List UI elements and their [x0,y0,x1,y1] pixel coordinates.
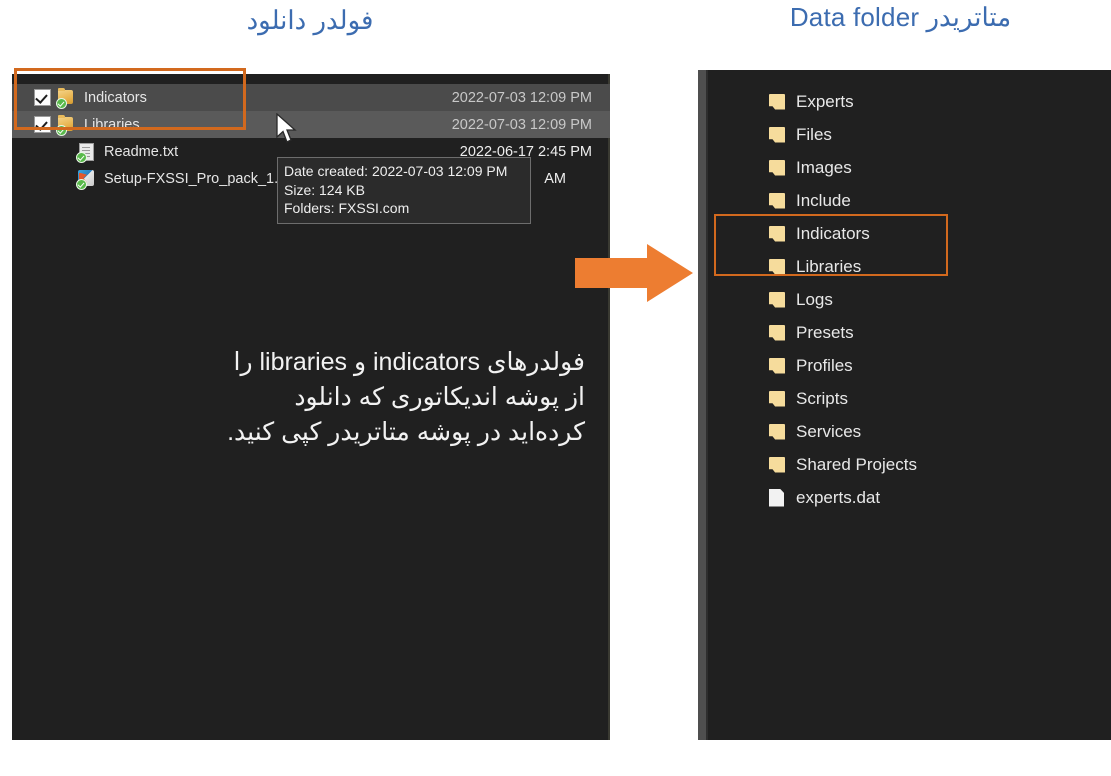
folder-name: Include [796,190,851,210]
folder-name: Images [796,157,852,177]
sync-badge-icon [76,151,87,163]
list-item[interactable]: Images [698,151,1111,184]
download-folder-heading: فولدر دانلود [246,5,374,35]
list-item[interactable]: Logs [698,283,1111,316]
folder-icon [766,323,788,343]
folder-icon [766,158,788,178]
list-item[interactable]: Experts [698,85,1111,118]
folder-name: Profiles [796,355,853,375]
instruction-line-3: کرده‌اید در پوشه متاتریدر کپی کنید. [227,418,585,446]
setup-exe-icon [76,169,96,190]
copy-direction-arrow-icon [575,244,693,302]
folder-name: Files [796,124,832,144]
list-item[interactable]: experts.dat [698,481,1111,514]
list-item[interactable]: Presets [698,316,1111,349]
file-icon [766,488,788,508]
folder-name: Scripts [796,388,848,408]
instruction-line-2: از پوشه اندیکاتوری که دانلود [294,383,585,411]
mouse-cursor-icon [276,113,297,143]
file-tooltip: Date created: 2022-07-03 12:09 PM Size: … [277,157,531,224]
folder-icon [766,422,788,442]
tooltip-folders: Folders: FXSSI.com [284,200,410,216]
metatrader-data-folder-panel: Experts Files Images Include Indicators … [698,70,1111,740]
folder-icon [766,356,788,376]
folder-name: Shared Projects [796,454,917,474]
tooltip-date-created: Date created: 2022-07-03 12:09 PM [284,163,508,179]
folder-icon [766,92,788,112]
folder-icon [766,290,788,310]
instruction-line-1: فولدرهای indicators و libraries را [233,348,585,376]
file-date: AM [544,170,566,187]
tooltip-size: Size: 124 KB [284,181,365,198]
list-item[interactable]: Shared Projects [698,448,1111,481]
file-name: experts.dat [796,487,881,507]
folder-icon [766,125,788,145]
folder-name: Services [796,421,862,441]
file-name: Readme.txt [104,143,179,160]
folder-name: Experts [796,91,854,111]
metatrader-data-folder-heading: متاتریدر Data folder [789,2,1012,32]
list-item[interactable]: Services [698,415,1111,448]
sync-badge-icon [76,178,87,190]
folder-icon [766,191,788,211]
list-item[interactable]: Files [698,118,1111,151]
file-date: 2022-07-03 12:09 PM [451,116,592,133]
folder-icon [766,389,788,409]
folder-name: Presets [796,322,854,342]
target-folders-highlight [714,214,948,276]
text-file-icon [76,142,96,163]
file-date: 2022-07-03 12:09 PM [451,89,592,106]
list-item[interactable]: Scripts [698,382,1111,415]
list-item[interactable]: Profiles [698,349,1111,382]
list-item[interactable]: Include [698,184,1111,217]
folder-name: Logs [796,289,833,309]
instruction-text: فولدرهای indicators و libraries را از پو… [40,345,585,450]
selected-folders-highlight [14,68,246,130]
folder-icon [766,455,788,475]
